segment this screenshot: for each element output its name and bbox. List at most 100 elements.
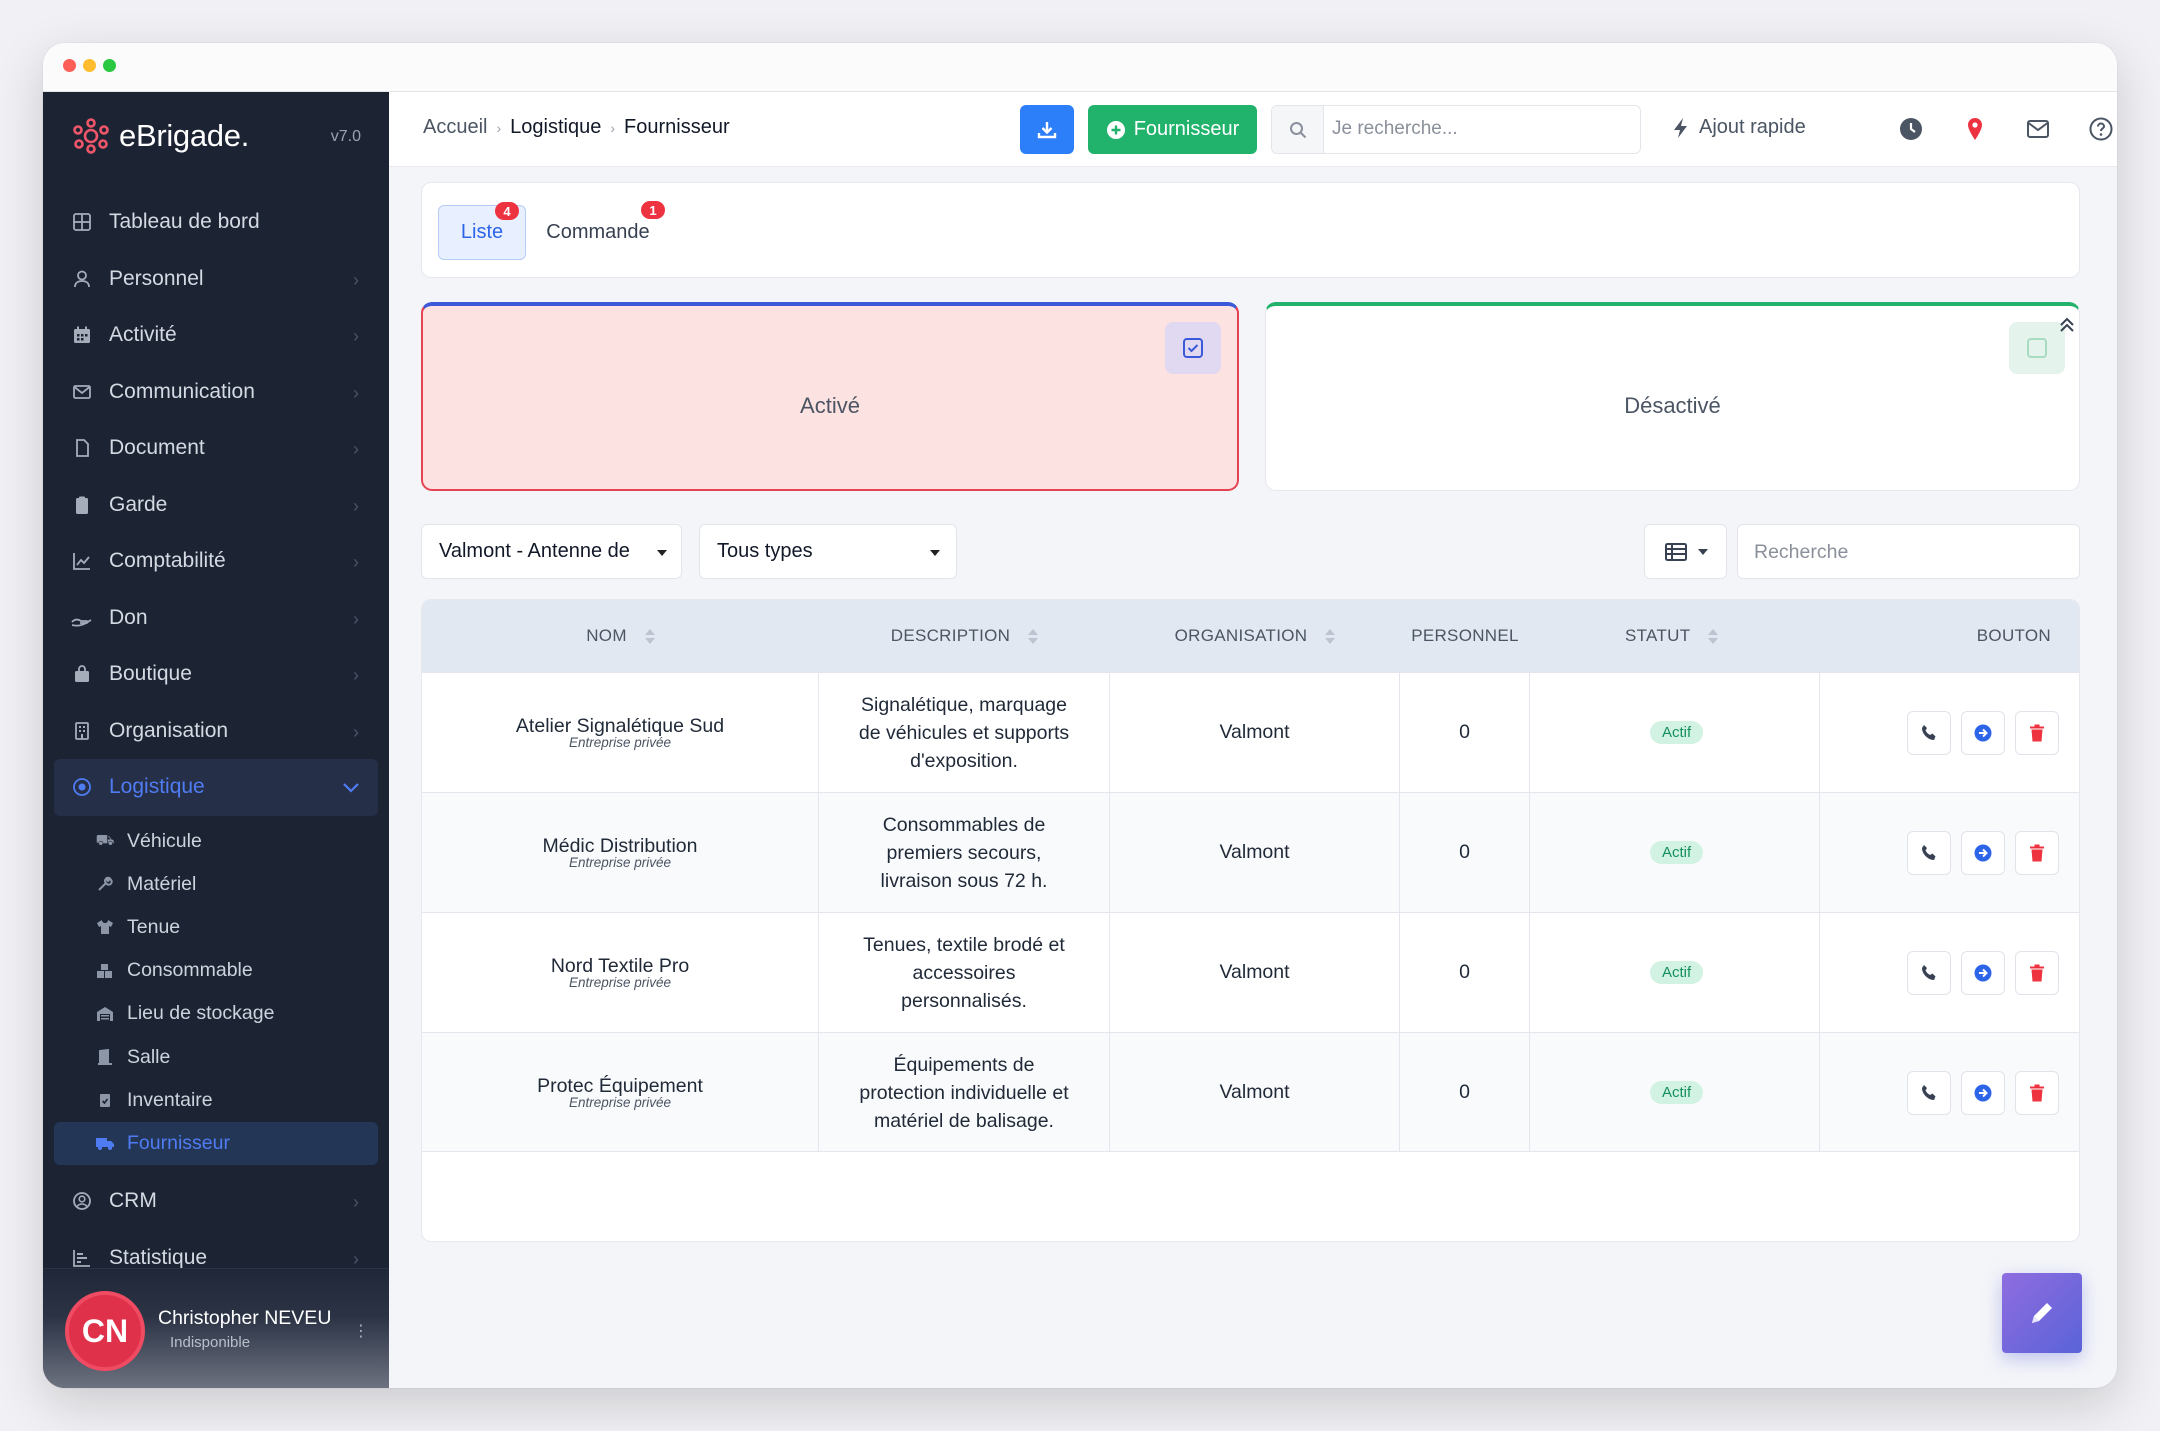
table-row[interactable]: Protec Équipement Entreprise privée Équip… — [422, 1032, 2079, 1152]
map-pin-icon[interactable] — [1961, 115, 1989, 143]
edit-fab-button[interactable] — [2002, 1273, 2082, 1353]
sidebar-subitem-vehicule[interactable]: ⛟ Véhicule — [43, 820, 389, 863]
phone-button[interactable] — [1907, 711, 1951, 755]
global-search[interactable] — [1271, 105, 1641, 154]
tab-liste[interactable]: Liste 4 — [438, 202, 526, 260]
organisation-select[interactable]: Valmont - Antenne de — [421, 524, 682, 579]
sidebar-item-boutique[interactable]: Boutique › — [43, 646, 389, 703]
sidebar-subitem-salle[interactable]: Salle — [43, 1035, 389, 1078]
cell-personnel: 0 — [1400, 913, 1530, 1032]
chevron-right-icon: › — [353, 721, 359, 742]
warehouse-icon — [95, 1004, 115, 1024]
open-button[interactable] — [1961, 1071, 2005, 1115]
quick-add-label: Ajout rapide — [1699, 116, 1806, 138]
sidebar-subitem-label: Fournisseur — [127, 1131, 230, 1154]
building-icon — [71, 720, 93, 742]
delete-button[interactable] — [2015, 951, 2059, 995]
quick-add-button[interactable]: Ajout rapide — [1671, 116, 1806, 139]
sidebar-item-document[interactable]: Document › — [43, 420, 389, 477]
global-search-input[interactable] — [1332, 116, 1622, 142]
close-window-button[interactable] — [63, 59, 76, 72]
open-button[interactable] — [1961, 831, 2005, 875]
status-card-active[interactable]: Activé — [421, 302, 1239, 491]
add-fournisseur-button[interactable]: Fournisseur — [1088, 105, 1257, 154]
sidebar-subitem-consommable[interactable]: Consommable — [43, 949, 389, 992]
table-row[interactable]: Atelier Signalétique Sud Entreprise privé… — [422, 672, 2079, 792]
sidebar-subitem-fournisseur[interactable]: Fournisseur — [54, 1121, 378, 1165]
sidebar-subitem-tenue[interactable]: Tenue — [43, 906, 389, 949]
status-card-label: Activé — [800, 393, 860, 418]
sidebar-item-tableau-de-bord[interactable]: Tableau de bord — [43, 194, 389, 251]
column-header-description[interactable]: DESCRIPTION — [819, 600, 1110, 672]
sidebar-item-crm[interactable]: CRM › — [43, 1173, 389, 1230]
table-search-input[interactable] — [1754, 539, 2054, 565]
minimize-window-button[interactable] — [83, 59, 96, 72]
app-logo[interactable]: eBrigade. — [71, 114, 249, 158]
delete-button[interactable] — [2015, 831, 2059, 875]
breadcrumb: Accueil › Logistique › Fournisseur — [423, 116, 730, 139]
breadcrumb-accueil[interactable]: Accueil — [423, 116, 487, 139]
sidebar-item-activite[interactable]: Activité › — [43, 307, 389, 364]
sidebar-item-don[interactable]: Don › — [43, 590, 389, 647]
sidebar-item-label: Personnel — [109, 266, 204, 290]
logistique-submenu: ⛟ Véhicule Matériel Tenue Consommable Lie… — [43, 816, 389, 1165]
sidebar-item-organisation[interactable]: Organisation › — [43, 703, 389, 760]
sidebar-item-comptabilite[interactable]: Comptabilité › — [43, 533, 389, 590]
open-button[interactable] — [1961, 951, 2005, 995]
column-header-statut[interactable]: STATUT — [1530, 600, 1820, 672]
chevron-right-icon: › — [353, 326, 359, 346]
column-header-nom[interactable]: NOM — [422, 600, 819, 672]
sidebar-subitem-inventaire[interactable]: Inventaire — [43, 1079, 389, 1122]
open-button[interactable] — [1961, 711, 2005, 755]
sidebar-subitem-materiel[interactable]: Matériel — [43, 863, 389, 906]
collapse-up-icon[interactable] — [2057, 316, 2077, 341]
cell-nom: Médic Distribution Entreprise privée — [422, 793, 819, 912]
plus-circle-icon — [1106, 120, 1125, 139]
delete-button[interactable] — [2015, 711, 2059, 755]
view-toggle-button[interactable] — [1644, 524, 1727, 579]
type-select[interactable]: Tous types — [699, 524, 957, 579]
sidebar-nav: Tableau de bord Personnel › Activité › C… — [43, 194, 389, 1286]
more-vertical-icon[interactable]: ⋮ — [353, 1321, 369, 1341]
breadcrumb-logistique[interactable]: Logistique — [510, 116, 601, 139]
description-line: premiers secours, — [886, 841, 1042, 864]
caret-down-icon — [930, 550, 940, 556]
calendar-icon — [71, 324, 93, 346]
supplier-kind: Entreprise privée — [568, 735, 672, 750]
column-header-bouton: BOUTON — [1820, 600, 2079, 672]
column-header-organisation[interactable]: ORGANISATION — [1110, 600, 1400, 672]
description-line: livraison sous 72 h. — [880, 869, 1048, 892]
clock-icon[interactable] — [1897, 115, 1925, 143]
user-panel[interactable]: CN Christopher NEVEU Indisponible ⋮ — [43, 1268, 389, 1388]
phone-button[interactable] — [1907, 1071, 1951, 1115]
avatar[interactable]: CN — [65, 1291, 145, 1371]
sidebar-item-logistique[interactable]: Logistique — [54, 759, 378, 816]
sidebar-item-communication[interactable]: Communication › — [43, 364, 389, 421]
add-fournisseur-label: Fournisseur — [1133, 118, 1240, 140]
phone-icon — [1922, 965, 1936, 980]
phone-button[interactable] — [1907, 831, 1951, 875]
maximize-window-button[interactable] — [103, 59, 116, 72]
app-name: eBrigade. — [119, 118, 250, 153]
bolt-icon — [1674, 117, 1687, 138]
cell-organisation: Valmont — [1110, 913, 1400, 1032]
column-header-label: NOM — [586, 626, 627, 645]
tab-commande[interactable]: Commande 1 — [533, 201, 665, 260]
download-button[interactable] — [1020, 105, 1074, 154]
table-search[interactable] — [1737, 524, 2080, 579]
phone-button[interactable] — [1907, 951, 1951, 995]
sidebar-item-personnel[interactable]: Personnel › — [43, 251, 389, 308]
help-icon[interactable] — [2087, 115, 2115, 143]
phone-icon — [1922, 725, 1936, 740]
app-version: v7.0 — [330, 128, 361, 145]
sidebar-item-garde[interactable]: Garde › — [43, 477, 389, 534]
table-row[interactable]: Médic Distribution Entreprise privée Cons… — [422, 792, 2079, 912]
checkbox-checked-icon[interactable] — [1165, 322, 1221, 374]
table-row[interactable]: Nord Textile Pro Entreprise privée Tenues… — [422, 912, 2079, 1032]
status-badge: Actif — [1650, 841, 1704, 864]
envelope-icon[interactable] — [2024, 115, 2052, 143]
delete-button[interactable] — [2015, 1071, 2059, 1115]
dashboard-icon — [71, 211, 93, 233]
sidebar-subitem-lieu-de-stockage[interactable]: Lieu de stockage — [43, 992, 389, 1035]
status-card-inactive[interactable]: Désactivé — [1265, 302, 2080, 491]
